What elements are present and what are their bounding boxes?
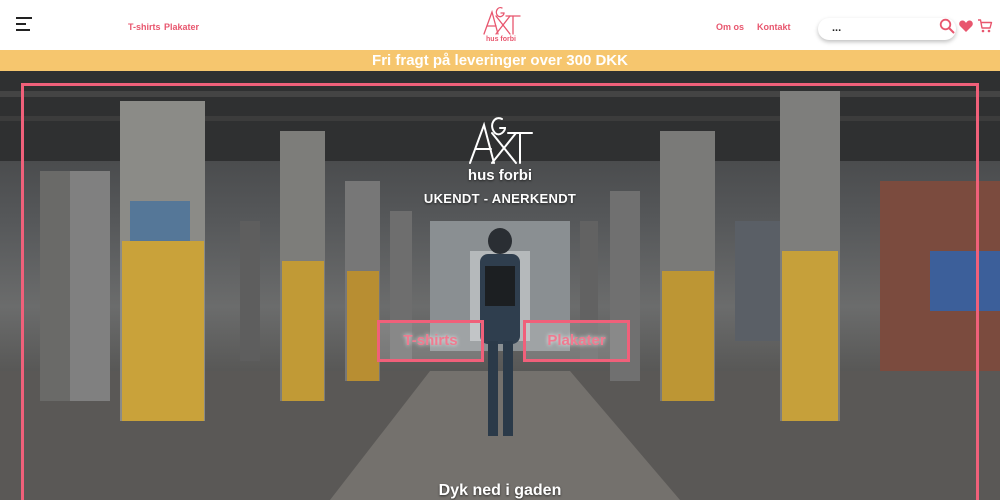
hero-dive-heading: Dyk ned i gaden xyxy=(438,482,562,499)
nav-om-os-link[interactable]: Om os xyxy=(716,22,744,32)
heart-icon[interactable] xyxy=(958,18,974,34)
hero-brand-text: hus forbi xyxy=(467,167,533,184)
hero-tshirts-button[interactable]: T-shirts xyxy=(377,320,484,362)
hero-plakater-button[interactable]: Plakater xyxy=(523,320,630,362)
hero-tagline: UKENDT - ANERKENDT xyxy=(423,191,577,206)
cart-icon[interactable] xyxy=(977,18,993,34)
nav-tshirts-link[interactable]: T-shirts xyxy=(128,22,161,32)
logo-text: hus forbi xyxy=(486,36,516,43)
site-logo[interactable]: hus forbi xyxy=(478,2,524,46)
search-input[interactable]: ... xyxy=(818,18,956,40)
search-icon[interactable] xyxy=(939,18,955,34)
nav-kontakt-link[interactable]: Kontakt xyxy=(757,22,791,32)
menu-icon[interactable] xyxy=(16,17,32,31)
free-shipping-banner: Fri fragt på leveringer over 300 DKK xyxy=(0,50,1000,71)
nav-plakater-link[interactable]: Plakater xyxy=(164,22,199,32)
hero-section: hus forbi UKENDT - ANERKENDT T-shirts Pl… xyxy=(0,71,1000,500)
site-header: T-shirts Plakater hus forbi Om os Kontak… xyxy=(0,0,1000,50)
